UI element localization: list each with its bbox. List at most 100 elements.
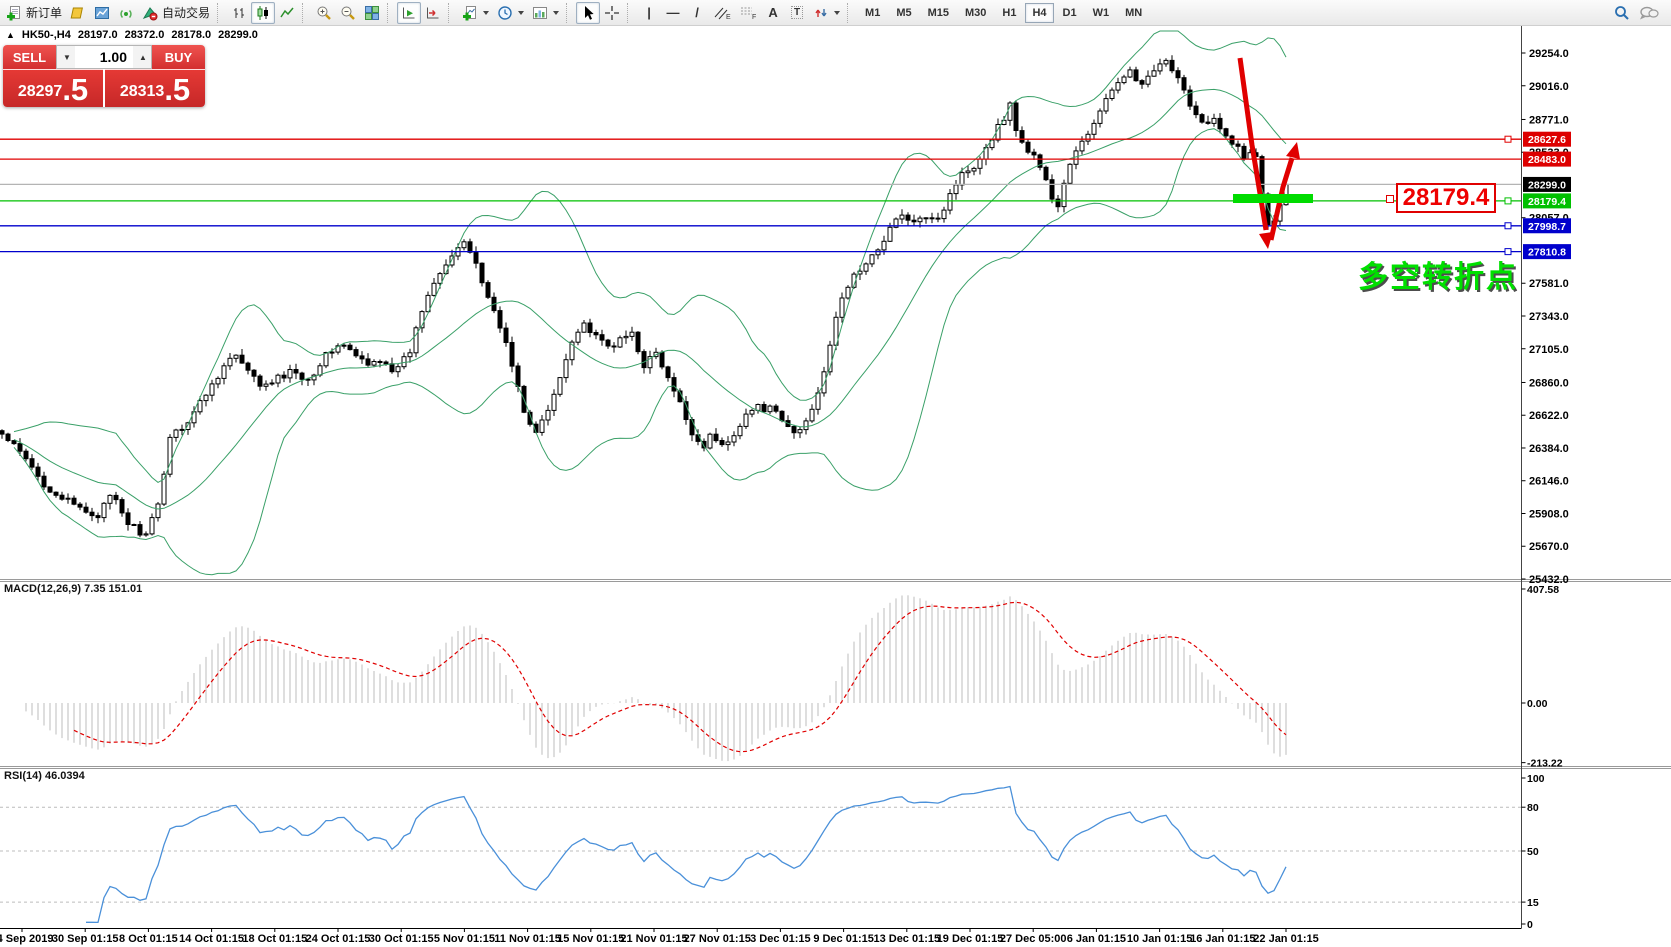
- price-chart-canvas[interactable]: 29254.029016.028771.028533.028057.027581…: [0, 26, 1671, 947]
- volume-increase-button[interactable]: ▲: [133, 46, 151, 68]
- svg-text:13 Dec 01:15: 13 Dec 01:15: [873, 933, 940, 945]
- svg-text:0: 0: [1527, 919, 1533, 931]
- bar-chart-button[interactable]: [227, 2, 251, 24]
- text-tool[interactable]: A: [761, 2, 785, 24]
- tf-h4[interactable]: H4: [1025, 3, 1053, 23]
- svg-text:26384.0: 26384.0: [1529, 443, 1569, 455]
- trendline-tool[interactable]: /: [685, 2, 709, 24]
- svg-text:25670.0: 25670.0: [1529, 541, 1569, 553]
- market-watch-button[interactable]: [90, 2, 114, 24]
- zoom-out-button[interactable]: [336, 2, 360, 24]
- tile-windows-button[interactable]: [360, 2, 384, 24]
- buy-price-int: 28313: [120, 79, 165, 105]
- svg-text:25908.0: 25908.0: [1529, 508, 1569, 520]
- crosshair-icon: [604, 5, 620, 21]
- tf-m1[interactable]: M1: [858, 3, 887, 23]
- tf-d1[interactable]: D1: [1056, 3, 1084, 23]
- indicators-icon: [462, 5, 478, 21]
- svg-text:19 Dec 01:15: 19 Dec 01:15: [937, 933, 1004, 945]
- tf-m30[interactable]: M30: [958, 3, 993, 23]
- channel-icon: E: [713, 5, 731, 21]
- svg-text:80: 80: [1527, 802, 1539, 814]
- svg-text:8 Oct 01:15: 8 Oct 01:15: [119, 933, 178, 945]
- templates-button[interactable]: [528, 2, 563, 24]
- svg-text:-213.22: -213.22: [1527, 758, 1563, 770]
- tf-h1[interactable]: H1: [995, 3, 1023, 23]
- sell-price-frac: .5: [62, 74, 88, 105]
- arrows-shapes-icon: [813, 5, 829, 21]
- price-callout[interactable]: 28179.4: [1396, 183, 1496, 213]
- collapse-panel-icon[interactable]: ▲: [6, 30, 15, 40]
- macd-label: MACD(12,26,9) 7.35 151.01: [4, 583, 142, 595]
- cursor-icon: [580, 5, 596, 21]
- zoom-in-button[interactable]: [312, 2, 336, 24]
- indicators-button[interactable]: [458, 2, 493, 24]
- fibonacci-icon: F: [739, 5, 757, 21]
- svg-text:10 Jan 01:15: 10 Jan 01:15: [1127, 933, 1192, 945]
- candlestick-chart-button[interactable]: [251, 2, 275, 24]
- history-center-button[interactable]: [66, 2, 90, 24]
- chart-shift-icon: [425, 5, 441, 21]
- toolbar-separator: [302, 3, 308, 23]
- autotrade-button[interactable]: 自动交易: [138, 2, 214, 24]
- templates-dropdown-caret[interactable]: [553, 11, 559, 15]
- svg-text:0.00: 0.00: [1527, 698, 1548, 710]
- tf-w1[interactable]: W1: [1086, 3, 1117, 23]
- svg-text:28483.0: 28483.0: [1528, 154, 1566, 166]
- svg-text:27343.0: 27343.0: [1529, 311, 1569, 323]
- text-label-tool[interactable]: T: [785, 2, 809, 24]
- cursor-tool-button[interactable]: [576, 2, 600, 24]
- tf-m5[interactable]: M5: [889, 3, 918, 23]
- buy-price[interactable]: 28313.5: [105, 69, 205, 107]
- volume-stepper: ▼ ▲: [56, 45, 152, 69]
- sell-price-int: 28297: [18, 79, 63, 105]
- volume-decrease-button[interactable]: ▼: [57, 46, 75, 68]
- crosshair-tool-button[interactable]: [600, 2, 624, 24]
- svg-text:407.58: 407.58: [1527, 584, 1559, 596]
- indicators-dropdown-caret[interactable]: [483, 11, 489, 15]
- svg-text:28771.0: 28771.0: [1529, 114, 1569, 126]
- horizontal-line-tool[interactable]: —: [661, 2, 685, 24]
- svg-text:30 Oct 01:15: 30 Oct 01:15: [369, 933, 434, 945]
- buy-button[interactable]: BUY: [152, 45, 205, 69]
- periods-button[interactable]: [493, 2, 528, 24]
- svg-text:28179.4: 28179.4: [1528, 196, 1566, 208]
- svg-text:50: 50: [1527, 846, 1539, 858]
- svg-text:11 Nov 01:15: 11 Nov 01:15: [494, 933, 561, 945]
- chat-icon[interactable]: [1639, 4, 1659, 22]
- chart-ohlc-header: ▲ HK50-,H4 28197.0 28372.0 28178.0 28299…: [6, 29, 258, 41]
- sell-button[interactable]: SELL: [3, 45, 56, 69]
- arrows-dropdown-caret[interactable]: [834, 11, 840, 15]
- volume-input[interactable]: [75, 46, 133, 68]
- signals-button[interactable]: [114, 2, 138, 24]
- fibonacci-tool[interactable]: F: [735, 2, 761, 24]
- chart-shift-button[interactable]: [421, 2, 445, 24]
- callout-anchor-handle[interactable]: [1386, 195, 1394, 203]
- new-order-button[interactable]: 新订单: [2, 2, 66, 24]
- pivot-note-text[interactable]: 多空转折点: [1358, 252, 1518, 296]
- arrows-tool-button[interactable]: [809, 2, 844, 24]
- svg-text:16 Jan 01:15: 16 Jan 01:15: [1190, 933, 1255, 945]
- new-order-icon: [6, 5, 23, 21]
- svg-text:15: 15: [1527, 897, 1539, 909]
- tile-windows-icon: [364, 5, 380, 21]
- svg-text:18 Oct 01:15: 18 Oct 01:15: [242, 933, 307, 945]
- tf-mn[interactable]: MN: [1118, 3, 1149, 23]
- auto-scroll-button[interactable]: [397, 2, 421, 24]
- svg-text:27581.0: 27581.0: [1529, 278, 1569, 290]
- line-chart-button[interactable]: [275, 2, 299, 24]
- equidistant-channel-tool[interactable]: E: [709, 2, 735, 24]
- tf-m15[interactable]: M15: [921, 3, 956, 23]
- sell-price[interactable]: 28297.5: [3, 69, 103, 107]
- zoom-out-icon: [340, 5, 356, 21]
- vertical-line-tool[interactable]: |: [637, 2, 661, 24]
- up-arrowhead[interactable]: [1286, 142, 1300, 159]
- toolbar-separator: [847, 3, 853, 23]
- clock-icon: [497, 5, 513, 21]
- periods-dropdown-caret[interactable]: [518, 11, 524, 15]
- search-icon[interactable]: [1613, 4, 1631, 22]
- templates-icon: [532, 5, 548, 21]
- toolbar-right-group: [1613, 4, 1669, 22]
- support-zone-bar[interactable]: [1233, 194, 1313, 203]
- toolbar-separator: [387, 3, 393, 23]
